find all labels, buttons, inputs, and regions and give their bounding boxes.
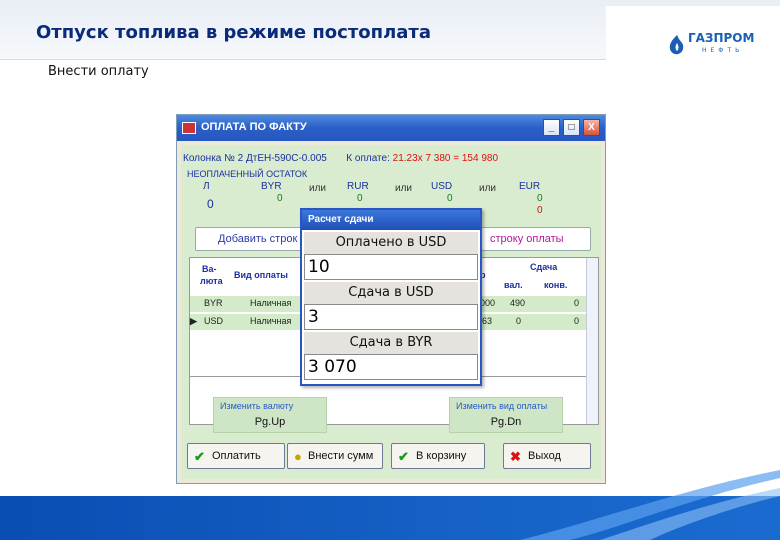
row-amount: 63 xyxy=(482,316,493,326)
currency-usd-label: USD xyxy=(431,181,453,192)
row-pointer-icon: ▶ xyxy=(190,316,197,326)
col-val-header: вал. xyxy=(504,280,523,290)
col-currency-header-2: люта xyxy=(200,276,223,286)
change-currency-label: Изменить валюту xyxy=(220,401,294,411)
pay-button[interactable]: ✔ Оплатить xyxy=(187,443,285,469)
change-usd-label: Сдача в USD xyxy=(304,282,478,304)
column-info: Колонка № 2 ДтЕН-590С-0.005 xyxy=(183,153,327,164)
coin-icon: ● xyxy=(294,449,302,464)
row-val: 490 xyxy=(510,298,526,308)
row-conv: 0 xyxy=(574,316,580,326)
change-currency-hint[interactable]: Изменить валюту Pg.Up xyxy=(213,397,327,433)
row-conv: 0 xyxy=(574,298,580,308)
col-conv-header: конв. xyxy=(544,280,568,290)
to-pay-label: К оплате: xyxy=(346,153,390,164)
grid-scrollbar[interactable] xyxy=(586,258,598,424)
change-byr-label: Сдача в BYR xyxy=(304,332,478,354)
unpaid-balance-label: НЕОПЛАЧЕННЫЙ ОСТАТОК xyxy=(187,169,308,179)
change-paytype-hint[interactable]: Изменить вид оплаты Pg.Dn xyxy=(449,397,563,433)
footer-swoosh xyxy=(520,470,780,540)
row-val: 0 xyxy=(516,316,522,326)
change-dialog: Расчет сдачи Оплачено в USD 10 Сдача в U… xyxy=(300,208,482,386)
enter-sum-button[interactable]: ● Внести сумм xyxy=(287,443,383,469)
to-pay-expression: 21.23х 7 380 = xyxy=(392,153,460,164)
or-label-2: или xyxy=(395,183,413,194)
close-button[interactable]: X xyxy=(583,119,600,136)
window-titlebar[interactable]: ОПЛАТА ПО ФАКТУ _ □ X xyxy=(177,115,605,141)
paid-amount-field[interactable]: 10 xyxy=(304,254,478,280)
logo-text: ГАЗПРОМ xyxy=(688,31,755,45)
currency-l-value: 0 xyxy=(207,197,214,211)
checkmark-icon: ✔ xyxy=(194,449,205,464)
row-currency: USD xyxy=(204,316,224,326)
payment-info: Колонка № 2 ДтЕН-590С-0.005 К оплате: 21… xyxy=(183,153,498,164)
currency-l-label: Л xyxy=(203,181,210,192)
col-currency-header-1: Ва- xyxy=(202,264,217,274)
row-currency: BYR xyxy=(204,298,223,308)
currency-byr-value: 0 xyxy=(277,193,283,204)
currency-rur-value: 0 xyxy=(357,193,363,204)
change-paytype-key: Pg.Dn xyxy=(490,416,522,428)
to-cart-button-label: В корзину xyxy=(416,450,467,462)
window-title: ОПЛАТА ПО ФАКТУ xyxy=(201,121,307,133)
row-amount: 000 xyxy=(480,298,496,308)
change-paytype-label: Изменить вид оплаты xyxy=(456,401,548,411)
row-paytype: Наличная xyxy=(250,298,292,308)
enter-sum-button-label: Внести сумм xyxy=(308,450,374,462)
or-label-3: или xyxy=(479,183,497,194)
slide-title: Отпуск топлива в режиме постоплата xyxy=(36,22,431,43)
close-icon: ✖ xyxy=(510,449,521,464)
exit-button-label: Выход xyxy=(528,450,561,462)
currency-eur-value: 0 xyxy=(537,193,543,204)
checkmark-icon: ✔ xyxy=(398,449,409,464)
app-icon xyxy=(182,122,196,134)
pay-button-label: Оплатить xyxy=(212,450,261,462)
minimize-button[interactable]: _ xyxy=(543,119,560,136)
col-change-header: Сдача xyxy=(530,262,558,272)
change-dialog-title[interactable]: Расчет сдачи xyxy=(302,210,480,230)
delete-row-label: строку оплаты xyxy=(490,233,564,245)
to-cart-button[interactable]: ✔ В корзину xyxy=(391,443,485,469)
col-paytype-header: Вид оплаты xyxy=(234,270,288,280)
row-paytype: Наличная xyxy=(250,316,292,326)
exit-button[interactable]: ✖ Выход xyxy=(503,443,591,469)
currency-byr-label: BYR xyxy=(261,181,282,192)
currency-usd-value: 0 xyxy=(447,193,453,204)
paid-label: Оплачено в USD xyxy=(304,232,478,254)
slide-subtitle: Внести оплату xyxy=(48,64,149,79)
change-usd-field: 3 xyxy=(304,304,478,330)
currency-eur-value-2: 0 xyxy=(537,205,543,216)
flame-icon xyxy=(669,35,684,55)
or-label-1: или xyxy=(309,183,327,194)
maximize-button[interactable]: □ xyxy=(563,119,580,136)
to-pay-total: 154 980 xyxy=(461,153,499,164)
currency-eur-label: EUR xyxy=(519,181,541,192)
logo-subtext: НЕФТЬ xyxy=(702,47,744,54)
change-byr-field: 3 070 xyxy=(304,354,478,380)
add-row-label: Добавить строк xyxy=(218,233,298,245)
currency-rur-label: RUR xyxy=(347,181,369,192)
change-currency-key: Pg.Up xyxy=(254,416,286,428)
